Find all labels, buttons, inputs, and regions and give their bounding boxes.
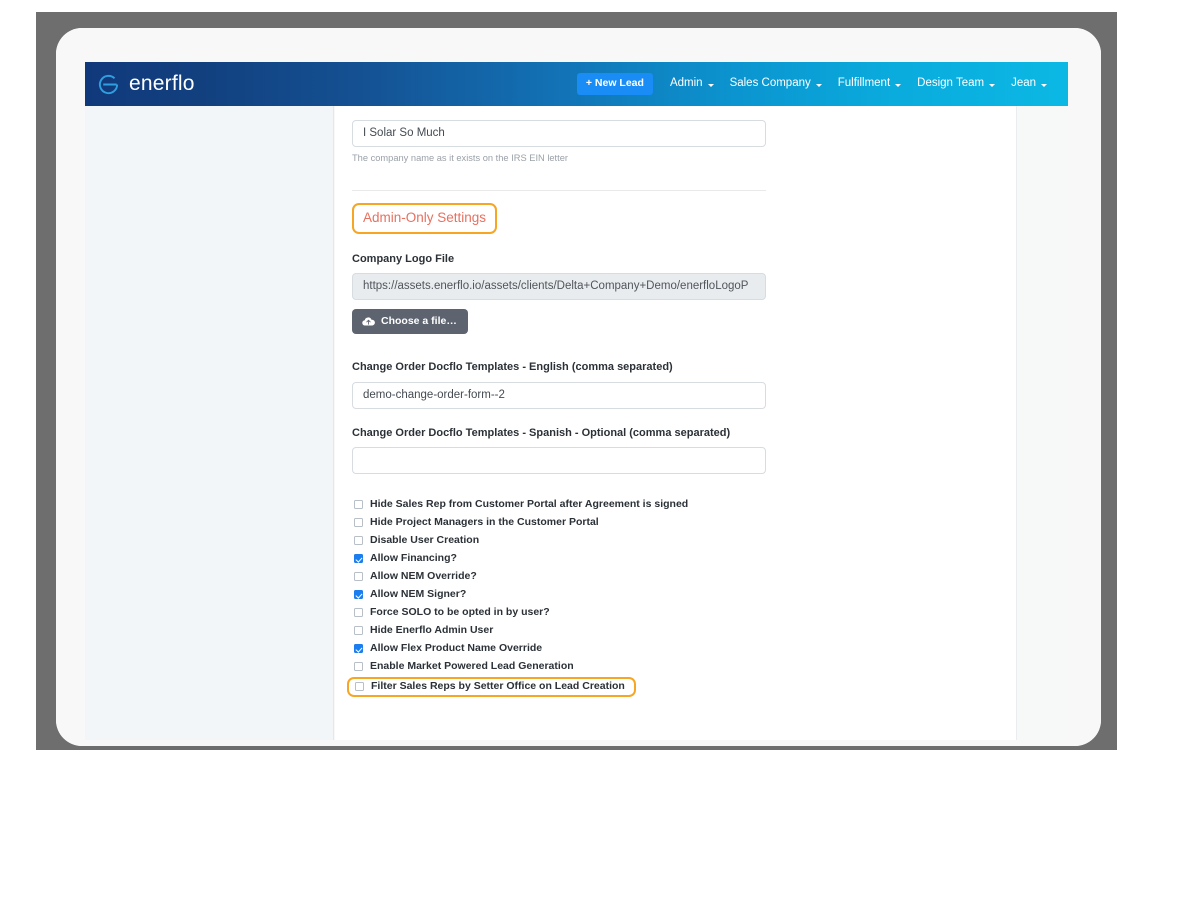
checkbox-row-hide-project-managers[interactable]: Hide Project Managers in the Customer Po…	[352, 514, 782, 532]
checkbox-row-disable-user-creation[interactable]: Disable User Creation	[352, 532, 782, 550]
nav-item-admin[interactable]: Admin	[662, 72, 722, 96]
checkbox-label-force-solo: Force SOLO to be opted in by user?	[370, 606, 550, 619]
checkbox-row-allow-financing[interactable]: Allow Financing?	[352, 550, 782, 568]
checkbox-row-allow-nem-override[interactable]: Allow NEM Override?	[352, 568, 782, 586]
nav-item-fulfillment[interactable]: Fulfillment	[830, 72, 909, 96]
checkbox-allow-financing[interactable]	[354, 554, 363, 564]
checkbox-label-hide-sales-rep: Hide Sales Rep from Customer Portal afte…	[370, 498, 689, 511]
page-content: I Solar So Much The company name as it e…	[85, 106, 1068, 746]
choose-file-button[interactable]: Choose a file…	[352, 308, 468, 335]
checkbox-allow-nem-signer[interactable]	[354, 590, 363, 600]
admin-only-settings-highlight: Admin-Only Settings	[352, 203, 498, 234]
company-name-input[interactable]: I Solar So Much	[352, 120, 766, 147]
chevron-down-icon	[707, 83, 714, 87]
docflo-spanish-input[interactable]	[352, 446, 766, 474]
right-gutter	[1017, 106, 1068, 740]
checkbox-row-allow-flex-product-name-override[interactable]: Allow Flex Product Name Override	[352, 640, 782, 658]
company-logo-input[interactable]: https://assets.enerflo.io/assets/clients…	[352, 272, 766, 300]
nav-item-sales-company[interactable]: Sales Company	[722, 72, 830, 96]
checkbox-hide-project-managers[interactable]	[354, 518, 363, 528]
nav-item-design-team[interactable]: Design Team	[909, 72, 1003, 96]
settings-form-panel: I Solar So Much The company name as it e…	[335, 106, 1017, 740]
checkbox-label-allow-financing: Allow Financing?	[370, 552, 457, 565]
docflo-spanish-label: Change Order Docflo Templates - Spanish …	[352, 426, 731, 439]
nav-item-user-label: Jean	[1011, 77, 1036, 90]
new-lead-button[interactable]: + New Lead	[576, 73, 653, 95]
checkbox-row-hide-enerflo-admin-user[interactable]: Hide Enerflo Admin User	[352, 622, 782, 640]
admin-settings-checkbox-list: Hide Sales Rep from Customer Portal afte…	[347, 496, 782, 697]
checkbox-row-enable-market-powered-lead-generation[interactable]: Enable Market Powered Lead Generation	[352, 658, 782, 676]
checkbox-label-disable-user-creation: Disable User Creation	[370, 534, 480, 547]
checkbox-label-hide-enerflo-admin-user: Hide Enerflo Admin User	[370, 624, 494, 637]
checkbox-row-hide-sales-rep[interactable]: Hide Sales Rep from Customer Portal afte…	[352, 496, 782, 514]
checkbox-label-allow-nem-signer: Allow NEM Signer?	[370, 588, 467, 601]
checkbox-label-allow-nem-override: Allow NEM Override?	[370, 570, 477, 583]
checkbox-label-allow-flex-product-name-override: Allow Flex Product Name Override	[370, 642, 543, 655]
company-name-help-text: The company name as it exists on the IRS…	[352, 153, 568, 163]
checkbox-row-force-solo[interactable]: Force SOLO to be opted in by user?	[352, 604, 782, 622]
nav-item-design-team-label: Design Team	[917, 77, 985, 90]
checkbox-hide-enerflo-admin-user[interactable]	[354, 626, 363, 636]
docflo-english-input[interactable]: demo-change-order-form--2	[352, 381, 766, 409]
chevron-down-icon	[1041, 83, 1047, 87]
checkbox-disable-user-creation[interactable]	[354, 536, 363, 546]
chevron-down-icon	[815, 83, 822, 87]
company-logo-label: Company Logo File	[352, 252, 455, 265]
nav-item-fulfillment-label: Fulfillment	[837, 77, 891, 90]
checkbox-row-allow-nem-signer[interactable]: Allow NEM Signer?	[352, 586, 782, 604]
checkbox-allow-nem-override[interactable]	[354, 572, 363, 582]
nav-item-sales-company-label: Sales Company	[729, 77, 811, 90]
cloud-upload-icon	[362, 316, 375, 326]
docflo-english-label: Change Order Docflo Templates - English …	[352, 361, 673, 374]
screenshot-root: enerflo + New Lead Admin Sales Company F…	[0, 0, 1200, 900]
checkbox-label-enable-market-powered-lead-generation: Enable Market Powered Lead Generation	[370, 660, 574, 673]
section-divider	[352, 190, 766, 192]
browser-window: enerflo + New Lead Admin Sales Company F…	[56, 28, 1101, 746]
checkbox-enable-market-powered-lead-generation[interactable]	[354, 662, 363, 672]
chevron-down-icon	[895, 83, 902, 87]
nav-item-user-menu[interactable]: Jean	[1003, 72, 1055, 96]
brand-name: enerflo	[129, 71, 195, 95]
nav-menu: + New Lead Admin Sales Company Fulfillme…	[576, 72, 1058, 96]
chevron-down-icon	[989, 83, 996, 87]
choose-file-label: Choose a file…	[381, 314, 457, 327]
top-navigation-bar: enerflo + New Lead Admin Sales Company F…	[85, 62, 1068, 106]
settings-form: I Solar So Much The company name as it e…	[347, 106, 782, 697]
enerflo-circle-logo-icon	[97, 73, 120, 96]
brand-logo[interactable]: enerflo	[97, 73, 195, 96]
checkbox-label-filter-sales-reps-by-setter-office: Filter Sales Reps by Setter Office on Le…	[371, 680, 625, 693]
checkbox-row-filter-sales-reps-by-setter-office[interactable]: Filter Sales Reps by Setter Office on Le…	[347, 676, 636, 697]
checkbox-allow-flex-product-name-override[interactable]	[354, 644, 363, 654]
checkbox-filter-sales-reps-by-setter-office[interactable]	[355, 682, 364, 692]
checkbox-force-solo[interactable]	[354, 608, 363, 618]
nav-item-admin-label: Admin	[669, 77, 703, 90]
sidebar-panel	[85, 106, 334, 740]
checkbox-hide-sales-rep[interactable]	[354, 500, 363, 510]
checkbox-label-hide-project-managers: Hide Project Managers in the Customer Po…	[370, 516, 599, 529]
admin-only-settings-heading: Admin-Only Settings	[363, 210, 487, 226]
